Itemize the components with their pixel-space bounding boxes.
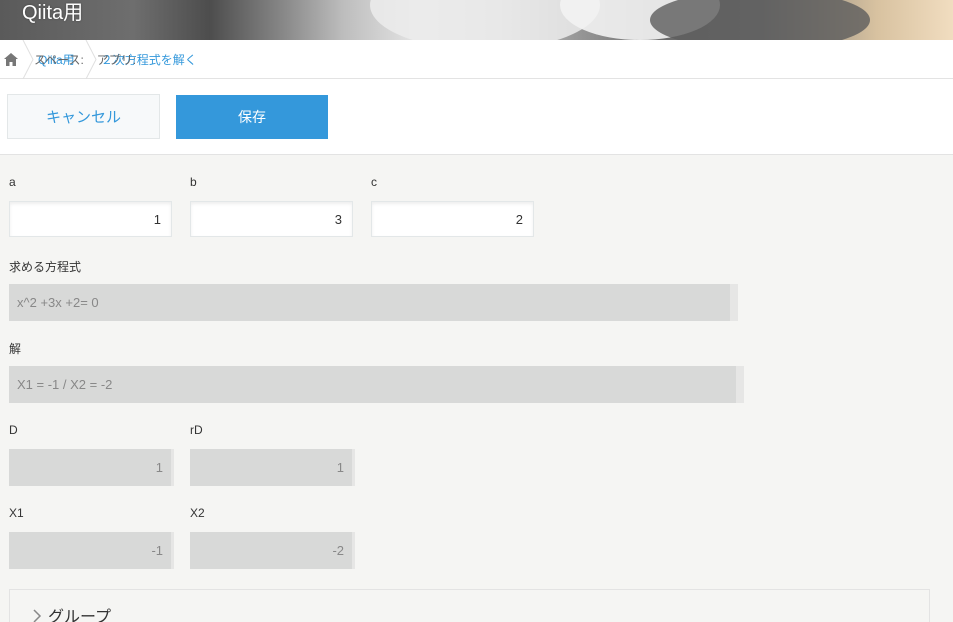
group-label[interactable]: グループ	[48, 603, 111, 622]
field-a-label: a	[9, 175, 16, 189]
field-solution-label: 解	[9, 342, 22, 356]
space-title: Qiita用	[22, 2, 84, 24]
chevron-right-icon[interactable]	[32, 609, 42, 622]
field-b-label: b	[190, 175, 197, 189]
breadcrumb-space-label: スペース:	[34, 52, 84, 67]
field-d-value: 1	[9, 449, 174, 486]
breadcrumb-app-label: アプリ:	[96, 52, 137, 67]
home-icon[interactable]	[0, 40, 22, 79]
field-x1-label: X1	[9, 506, 24, 520]
cancel-button[interactable]: キャンセル	[7, 94, 160, 139]
header-decoration	[650, 0, 870, 40]
field-d-label: D	[9, 423, 18, 437]
app-header-banner: Qiita用	[0, 0, 953, 40]
save-button[interactable]: 保存	[176, 95, 328, 139]
breadcrumb-app[interactable]: アプリ: ２次方程式を解く	[97, 40, 207, 79]
field-rd-label: rD	[190, 423, 203, 437]
field-solution-value: X1 = -1 / X2 = -2	[9, 366, 744, 403]
field-rd-value: 1	[190, 449, 355, 486]
field-x1-value: -1	[9, 532, 174, 569]
record-form: a 1 b 3 c 2 求める方程式 x^2 +3x +2= 0 解 X1 = …	[0, 155, 953, 622]
field-x2-label: X2	[190, 506, 205, 520]
breadcrumb-space[interactable]: スペース: Qiita用	[34, 40, 85, 79]
field-x2-value: -2	[190, 532, 355, 569]
record-toolbar: キャンセル 保存	[0, 79, 953, 155]
field-equation-value: x^2 +3x +2= 0	[9, 284, 738, 321]
field-equation-label: 求める方程式	[9, 260, 82, 274]
group-section[interactable]: グループ	[9, 589, 930, 622]
field-a-input[interactable]: 1	[9, 201, 172, 237]
breadcrumb: スペース: Qiita用 アプリ: ２次方程式を解く	[0, 39, 953, 79]
breadcrumb-separator-icon	[85, 39, 97, 79]
breadcrumb-separator-icon	[22, 39, 34, 79]
field-c-input[interactable]: 2	[371, 201, 534, 237]
field-b-input[interactable]: 3	[190, 201, 353, 237]
field-c-label: c	[371, 175, 377, 189]
